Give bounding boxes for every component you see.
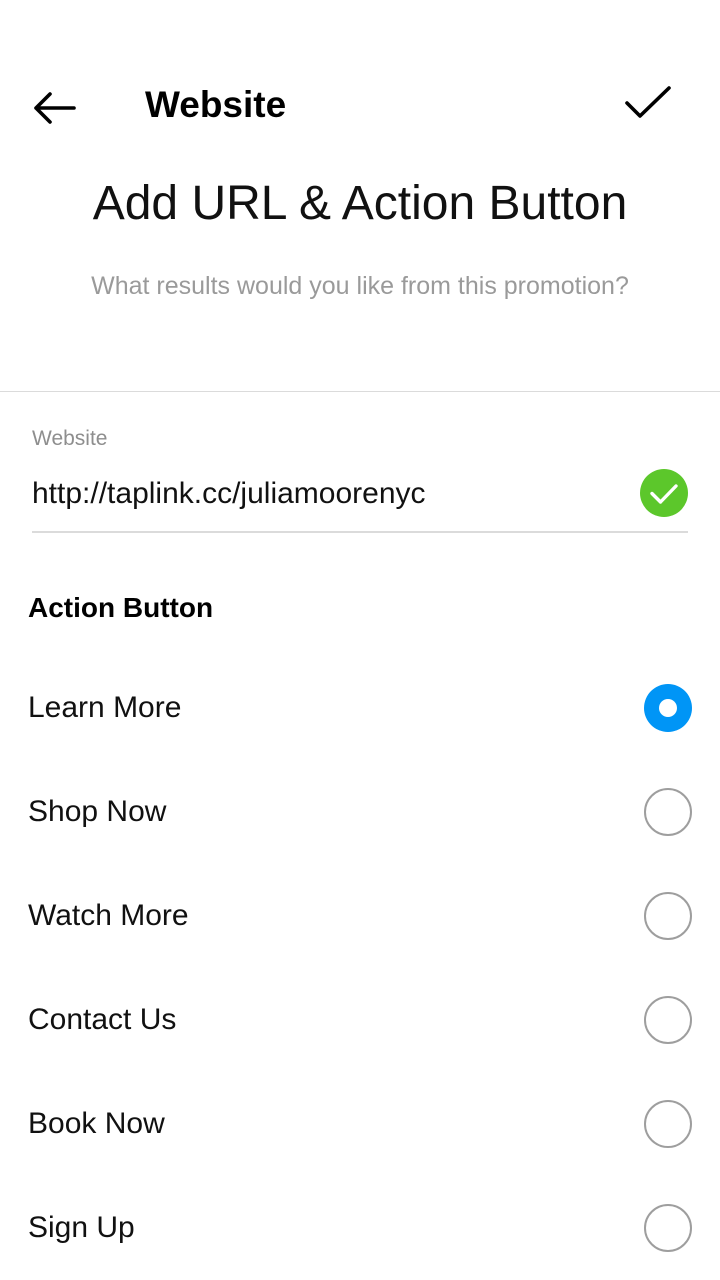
- option-label: Watch More: [28, 899, 189, 932]
- option-sign-up[interactable]: Sign Up: [0, 1176, 720, 1280]
- section-subtitle: What results would you like from this pr…: [91, 272, 629, 300]
- website-field-label: Website: [32, 427, 108, 450]
- website-field-underline: [32, 531, 688, 533]
- divider: [0, 391, 720, 392]
- radio-button[interactable]: [644, 1100, 692, 1148]
- option-label: Contact Us: [28, 1003, 177, 1036]
- confirm-button[interactable]: [614, 72, 682, 134]
- option-book-now[interactable]: Book Now: [0, 1072, 720, 1176]
- section-heading: Add URL & Action Button: [92, 177, 628, 230]
- option-contact-us[interactable]: Contact Us: [0, 968, 720, 1072]
- valid-check-icon: [640, 469, 688, 517]
- option-watch-more[interactable]: Watch More: [0, 864, 720, 968]
- option-shop-now[interactable]: Shop Now: [0, 760, 720, 864]
- radio-button[interactable]: [644, 1204, 692, 1252]
- action-button-options: Learn More Shop Now Watch More Contact U…: [0, 656, 720, 1280]
- arrow-left-icon: [34, 92, 76, 124]
- back-button[interactable]: [22, 78, 86, 138]
- website-url-input[interactable]: [32, 470, 622, 518]
- checkmark-icon: [625, 86, 671, 118]
- radio-button[interactable]: [644, 788, 692, 836]
- option-label: Sign Up: [28, 1211, 135, 1244]
- action-button-heading: Action Button: [28, 592, 214, 623]
- option-label: Learn More: [28, 691, 182, 724]
- option-label: Shop Now: [28, 795, 167, 828]
- radio-button-selected[interactable]: [644, 684, 692, 732]
- option-label: Book Now: [28, 1107, 165, 1140]
- option-learn-more[interactable]: Learn More: [0, 656, 720, 760]
- page-title: Website: [145, 84, 287, 125]
- radio-button[interactable]: [644, 996, 692, 1044]
- radio-button[interactable]: [644, 892, 692, 940]
